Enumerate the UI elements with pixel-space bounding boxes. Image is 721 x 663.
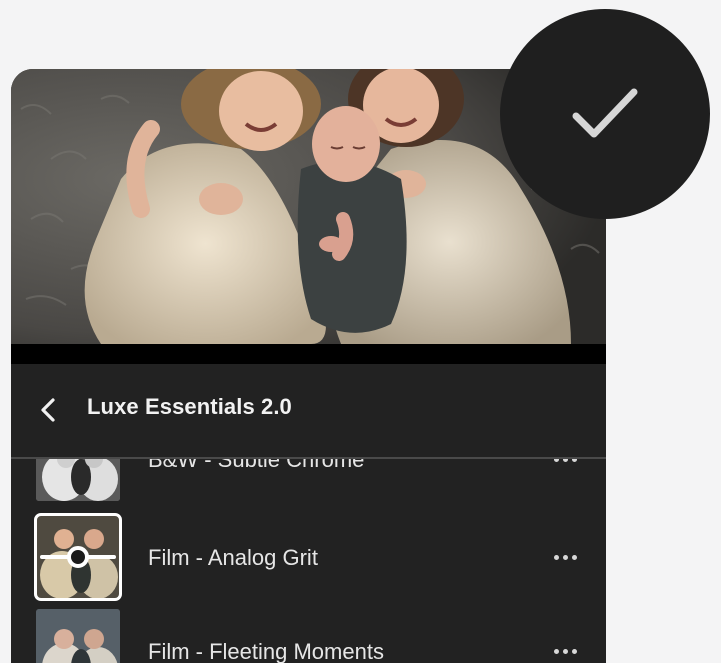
photo-letterbox-bar [11,344,606,364]
chevron-left-icon [41,398,55,422]
more-dot [562,459,568,462]
preset-label: B&W - Subtle Chrome [148,459,365,472]
checkmark-icon [572,88,638,138]
more-dot [571,648,577,654]
preset-item-film-analog-grit[interactable]: Film - Analog Grit [11,513,606,601]
more-dot [553,459,559,462]
preset-item-film-fleeting-moments[interactable]: Film - Fleeting Moments [11,609,606,663]
more-options-button[interactable] [547,641,583,661]
more-dot [571,459,577,462]
preset-group-header: Luxe Essentials 2.0 [11,364,606,457]
page-title: Luxe Essentials 2.0 [87,394,292,419]
preset-list[interactable]: B&W - Subtle Chrome Film - Analog Grit F… [11,459,606,663]
preset-item-bw-subtle-chrome[interactable]: B&W - Subtle Chrome [11,459,606,501]
preset-thumbnail [36,609,120,663]
more-dot [562,648,568,654]
preset-label: Film - Fleeting Moments [148,639,384,663]
more-dot [571,554,577,560]
back-button[interactable] [35,392,61,428]
preset-label: Film - Analog Grit [148,545,318,570]
more-dot [553,648,559,654]
confirm-button[interactable] [500,9,710,219]
adjust-slider-icon [40,546,116,568]
preset-thumbnail [36,459,120,501]
preset-thumbnail [34,513,122,601]
more-dot [562,554,568,560]
more-options-button[interactable] [547,459,583,469]
more-dot [553,554,559,560]
more-options-button[interactable] [547,547,583,567]
